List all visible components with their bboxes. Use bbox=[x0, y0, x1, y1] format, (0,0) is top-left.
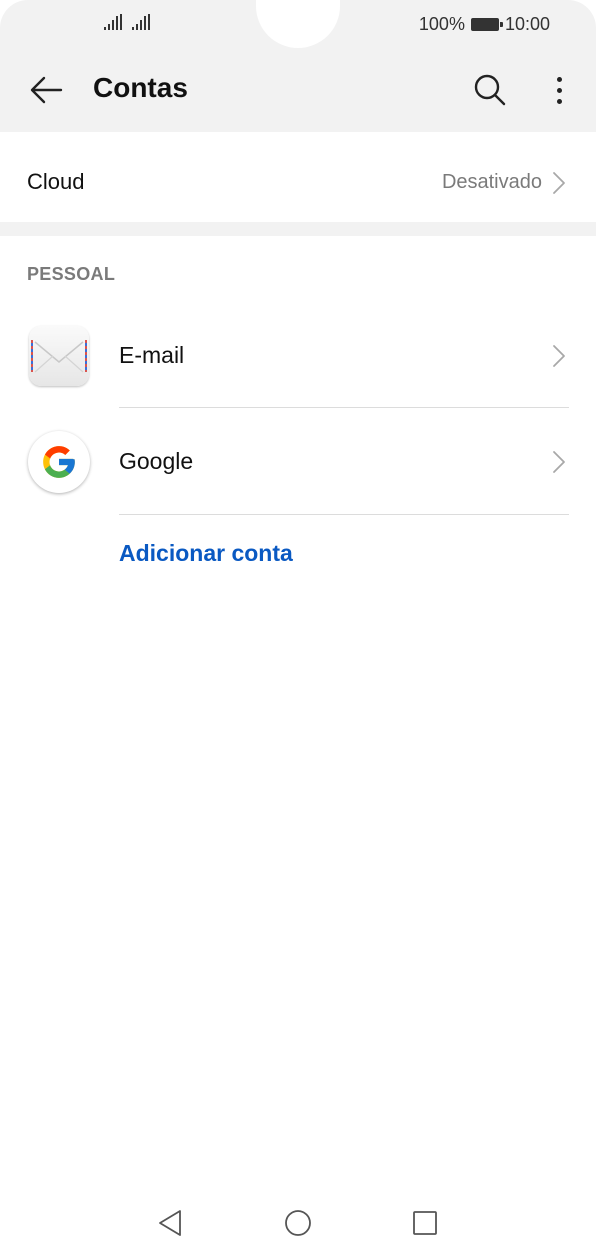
cloud-status: Desativado bbox=[441, 171, 542, 193]
more-vertical-icon bbox=[556, 76, 562, 82]
cloud-row[interactable]: Cloud Desativado bbox=[0, 142, 596, 222]
more-dot bbox=[556, 98, 562, 104]
nav-home-icon[interactable] bbox=[283, 1208, 313, 1238]
chevron-right-icon bbox=[553, 451, 565, 473]
chevron-right-icon bbox=[553, 172, 565, 194]
chevron-right-icon bbox=[553, 345, 565, 367]
google-icon bbox=[28, 431, 90, 493]
arrow-left-icon bbox=[30, 76, 63, 104]
screen: 100% 10:00 Contas Cloud Desativado PESSO… bbox=[0, 0, 596, 1260]
signal-icon bbox=[132, 14, 150, 30]
nav-back-icon[interactable] bbox=[156, 1208, 186, 1238]
row-divider bbox=[119, 514, 569, 515]
clock: 10:00 bbox=[504, 14, 550, 34]
nav-recent-icon[interactable] bbox=[410, 1208, 440, 1238]
signal-indicators bbox=[104, 14, 150, 30]
status-right: 100% 10:00 bbox=[419, 14, 550, 35]
battery-percent: 100% bbox=[418, 14, 465, 34]
add-account-link[interactable]: Adicionar conta bbox=[119, 540, 293, 567]
more-options-button[interactable] bbox=[544, 70, 574, 110]
more-dot bbox=[556, 87, 562, 93]
section-divider bbox=[0, 222, 596, 236]
signal-icon bbox=[104, 14, 122, 30]
account-label-email: E-mail bbox=[119, 342, 185, 368]
account-label-google: Google bbox=[119, 448, 194, 474]
account-row-email[interactable]: E-mail bbox=[0, 302, 596, 408]
page-title: Contas bbox=[93, 72, 188, 103]
back-button[interactable] bbox=[26, 70, 66, 110]
email-icon bbox=[29, 326, 89, 386]
cloud-label: Cloud bbox=[27, 169, 85, 194]
search-button[interactable] bbox=[470, 70, 510, 110]
battery-icon bbox=[470, 18, 503, 31]
search-icon bbox=[474, 74, 506, 106]
section-header-personal: PESSOAL bbox=[27, 264, 116, 284]
header-area: 100% 10:00 Contas bbox=[0, 0, 596, 132]
camera-notch bbox=[256, 0, 340, 48]
